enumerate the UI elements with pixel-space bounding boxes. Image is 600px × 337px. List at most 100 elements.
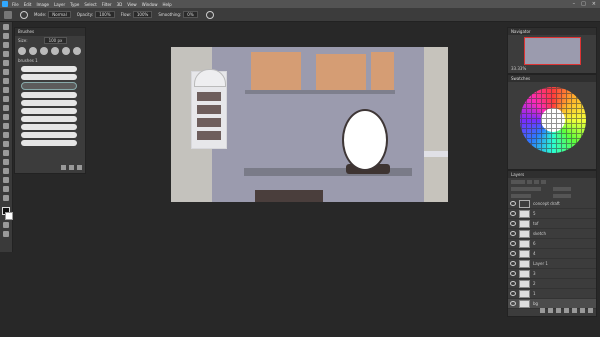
stamp-tool-icon[interactable]	[3, 96, 9, 102]
shape-tool-icon[interactable]	[3, 177, 9, 183]
menu-file[interactable]: File	[12, 2, 19, 7]
folder-icon[interactable]	[572, 308, 577, 313]
menu-3d[interactable]: 3D	[117, 2, 123, 7]
close-icon[interactable]: ×	[592, 1, 596, 7]
path-select-tool-icon[interactable]	[3, 168, 9, 174]
smoothing-input[interactable]: 0%	[183, 11, 198, 18]
type-tool-icon[interactable]	[3, 159, 9, 165]
menu-layer[interactable]: Layer	[54, 2, 65, 7]
gear-icon[interactable]	[205, 10, 214, 19]
pen-tool-icon[interactable]	[3, 150, 9, 156]
screen-mode-icon[interactable]	[3, 231, 9, 237]
mode-select[interactable]: Normal	[48, 11, 71, 18]
color-panel-title[interactable]: Swatches	[508, 75, 596, 82]
quick-mask-icon[interactable]	[3, 222, 9, 228]
menu-window[interactable]: Window	[142, 2, 158, 7]
brush-preset[interactable]	[21, 74, 77, 80]
filter-icon[interactable]	[534, 179, 539, 184]
navigator-title[interactable]: Navigator	[508, 28, 596, 35]
menu-help[interactable]: Help	[162, 2, 171, 7]
menu-filter[interactable]: Filter	[102, 2, 112, 7]
gradient-tool-icon[interactable]	[3, 123, 9, 129]
layer-row[interactable]: Layer 1	[508, 259, 596, 269]
brush-preset[interactable]	[21, 124, 77, 130]
layer-fill-input[interactable]	[553, 193, 571, 198]
layer-row[interactable]: 1	[508, 289, 596, 299]
brush-preset[interactable]	[21, 140, 77, 146]
brush-preset[interactable]	[21, 66, 77, 72]
zoom-tool-icon[interactable]	[3, 195, 9, 201]
hand-tool-icon[interactable]	[3, 186, 9, 192]
link-icon[interactable]	[540, 308, 545, 313]
brush-tool-icon[interactable]	[3, 87, 9, 93]
layer-kind-select[interactable]	[511, 179, 525, 184]
quick-select-tool-icon[interactable]	[3, 51, 9, 57]
brush-tool-preset-icon[interactable]	[4, 10, 12, 19]
layer-row[interactable]: sketch	[508, 229, 596, 239]
layers-title[interactable]: Layers	[508, 171, 596, 178]
recent-brush-swatch[interactable]	[29, 47, 37, 55]
lasso-tool-icon[interactable]	[3, 42, 9, 48]
brushes-panel-title[interactable]: Brushes	[15, 28, 85, 36]
blur-tool-icon[interactable]	[3, 132, 9, 138]
visibility-eye-icon[interactable]	[510, 251, 516, 256]
brush-size-input[interactable]: 100 px	[43, 36, 68, 44]
visibility-eye-icon[interactable]	[510, 201, 516, 206]
new-group-icon[interactable]	[61, 165, 66, 170]
recent-brush-swatch[interactable]	[51, 47, 59, 55]
brush-preset[interactable]	[21, 132, 77, 138]
layer-row[interactable]: 3	[508, 269, 596, 279]
marquee-tool-icon[interactable]	[3, 33, 9, 39]
background-color-swatch[interactable]	[5, 212, 13, 220]
brush-preset-selected[interactable]	[21, 82, 77, 90]
navigator-zoom[interactable]: 33.33%	[511, 66, 526, 71]
visibility-eye-icon[interactable]	[510, 271, 516, 276]
visibility-eye-icon[interactable]	[510, 301, 516, 306]
maximize-icon[interactable]: □	[581, 1, 586, 7]
recent-brush-swatch[interactable]	[62, 47, 70, 55]
layer-row[interactable]: 2	[508, 279, 596, 289]
visibility-eye-icon[interactable]	[510, 281, 516, 286]
crop-tool-icon[interactable]	[3, 60, 9, 66]
minimize-icon[interactable]: –	[573, 1, 576, 7]
navigator-thumbnail[interactable]	[524, 37, 581, 65]
visibility-eye-icon[interactable]	[510, 291, 516, 296]
blend-mode-select[interactable]	[511, 186, 541, 191]
layer-row[interactable]: 6	[508, 239, 596, 249]
layer-row[interactable]: tof	[508, 219, 596, 229]
menu-image[interactable]: Image	[36, 2, 49, 7]
menu-select[interactable]: Select	[84, 2, 96, 7]
recent-brush-swatch[interactable]	[40, 47, 48, 55]
recent-brush-swatch[interactable]	[18, 47, 26, 55]
brush-preset[interactable]	[21, 108, 77, 114]
opacity-input[interactable]: 100%	[95, 11, 115, 18]
layer-row[interactable]: 4	[508, 249, 596, 259]
history-brush-tool-icon[interactable]	[3, 105, 9, 111]
visibility-eye-icon[interactable]	[510, 211, 516, 216]
new-layer-icon[interactable]	[580, 308, 585, 313]
document-canvas[interactable]	[171, 47, 448, 202]
eraser-tool-icon[interactable]	[3, 114, 9, 120]
brush-preset[interactable]	[21, 100, 77, 106]
dodge-tool-icon[interactable]	[3, 141, 9, 147]
flow-input[interactable]: 100%	[132, 11, 153, 18]
mask-icon[interactable]	[556, 308, 561, 313]
layer-row[interactable]: 5	[508, 209, 596, 219]
menu-view[interactable]: View	[127, 2, 137, 7]
visibility-eye-icon[interactable]	[510, 241, 516, 246]
brush-group-name[interactable]: brushes 1	[15, 58, 85, 64]
layer-opacity-input[interactable]	[553, 186, 571, 191]
photoshop-logo-icon[interactable]	[2, 1, 8, 7]
adjustment-icon[interactable]	[564, 308, 569, 313]
fx-icon[interactable]	[548, 308, 553, 313]
eyedropper-tool-icon[interactable]	[3, 69, 9, 75]
menu-edit[interactable]: Edit	[24, 2, 32, 7]
visibility-eye-icon[interactable]	[510, 221, 516, 226]
visibility-eye-icon[interactable]	[510, 231, 516, 236]
trash-icon[interactable]	[77, 165, 82, 170]
brush-preset[interactable]	[21, 116, 77, 122]
brush-preset[interactable]	[21, 92, 77, 98]
recent-brush-swatch[interactable]	[73, 47, 81, 55]
menu-type[interactable]: Type	[70, 2, 79, 7]
brush-preset-picker-icon[interactable]	[20, 10, 28, 19]
